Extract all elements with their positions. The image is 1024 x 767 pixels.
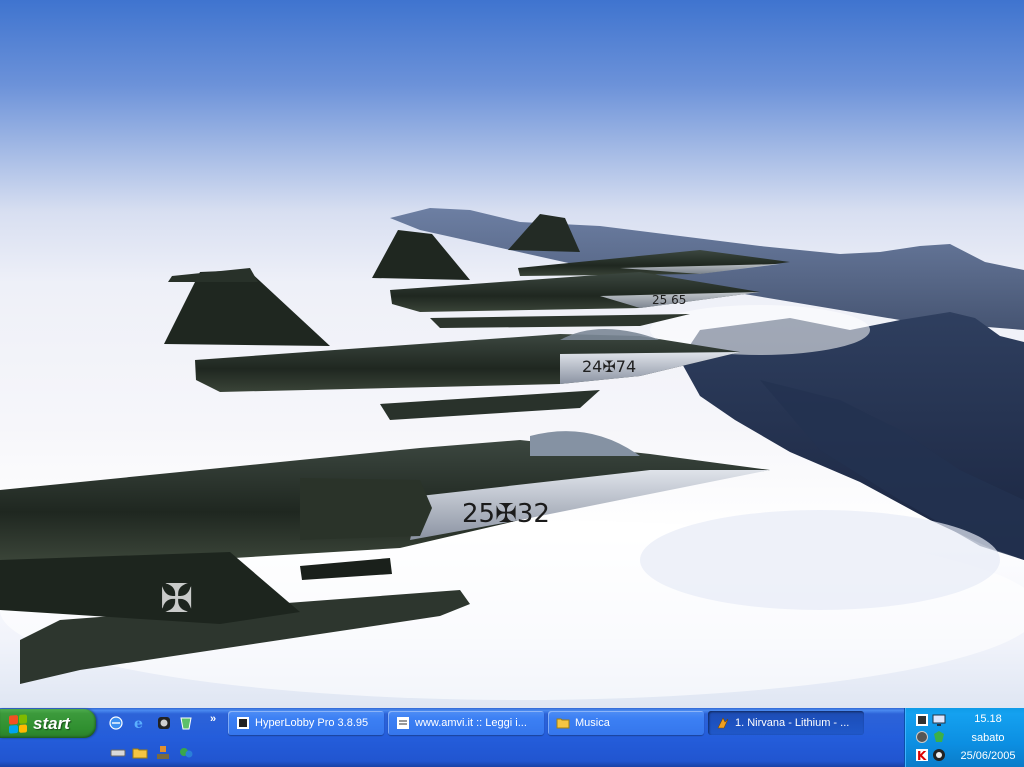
folder-icon <box>556 718 570 729</box>
start-button[interactable]: start <box>0 709 96 738</box>
monitor-tray-icon[interactable] <box>932 713 946 727</box>
internet-explorer-icon[interactable] <box>108 715 124 731</box>
task-label: HyperLobby Pro 3.8.95 <box>255 717 369 729</box>
quick-launch-expand-button[interactable]: » <box>210 713 216 725</box>
taskbar: start e » HyperLobby Pro 3.8.95 www.amvi… <box>0 708 1024 767</box>
system-tray: K 15.18 sabato 25/06/2005 <box>904 708 1024 767</box>
task-winamp[interactable]: 1. Nirvana - Lithium - ... <box>708 711 864 735</box>
svg-text:25 65: 25 65 <box>652 293 686 307</box>
clock-time[interactable]: 15.18 <box>955 713 1021 725</box>
media-player-icon[interactable] <box>156 715 172 731</box>
winamp-icon <box>717 717 729 729</box>
clock-day: sabato <box>971 732 1005 744</box>
task-label: Musica <box>575 717 610 729</box>
svg-text:✠: ✠ <box>160 576 194 622</box>
network-icon[interactable] <box>155 745 171 761</box>
start-label: start <box>33 713 70 733</box>
task-hyperlobby[interactable]: HyperLobby Pro 3.8.95 <box>228 711 384 735</box>
clock-date: 25/06/2005 <box>960 750 1016 762</box>
desktop-wallpaper: 25 65 24✠74 25✠32 ✠ <box>0 0 1024 708</box>
browser-icon <box>397 717 409 729</box>
svg-text:e: e <box>134 716 143 731</box>
windows-logo-icon <box>9 713 27 734</box>
task-musica-folder[interactable]: Musica <box>548 711 704 735</box>
task-amvi-browser[interactable]: www.amvi.it :: Leggi i... <box>388 711 544 735</box>
svg-text:24✠74: 24✠74 <box>582 357 636 376</box>
recycle-icon[interactable] <box>178 715 194 731</box>
antivirus-tray-icon[interactable]: K <box>915 748 929 763</box>
svg-text:25✠32: 25✠32 <box>462 499 550 529</box>
network-tray-icon[interactable] <box>915 713 929 727</box>
task-label: 1. Nirvana - Lithium - ... <box>735 717 850 729</box>
messenger-tray-icon[interactable] <box>932 748 946 762</box>
folder-icon[interactable] <box>132 745 148 761</box>
svg-text:K: K <box>917 749 927 762</box>
wallpaper-jets-over-clouds: 25 65 24✠74 25✠32 ✠ <box>0 208 1024 700</box>
drive-icon[interactable] <box>110 745 126 761</box>
e-icon[interactable]: e <box>132 715 148 731</box>
hyperlobby-icon <box>237 717 249 729</box>
task-label: www.amvi.it :: Leggi i... <box>415 717 527 729</box>
volume-tray-icon[interactable] <box>915 730 929 744</box>
security-tray-icon[interactable] <box>932 730 946 744</box>
messenger-icon[interactable] <box>178 745 194 761</box>
